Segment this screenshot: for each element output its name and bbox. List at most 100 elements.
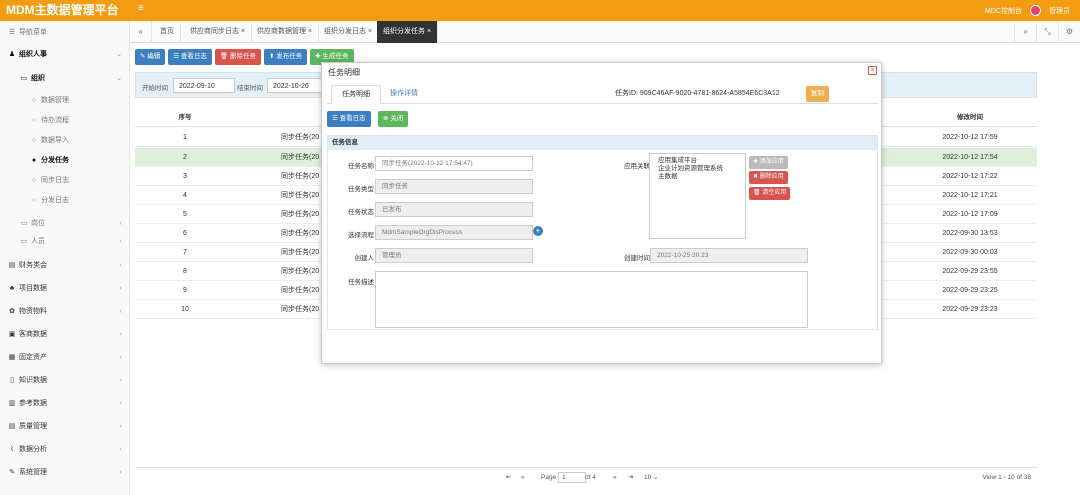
created-field: 2022-10-25 20:23 — [650, 248, 808, 263]
sidebar-item-org[interactable]: ▭ 组织 ⌄ — [0, 71, 130, 87]
avatar[interactable] — [1030, 5, 1041, 16]
modal-view-log-button[interactable]: ☰ 查看日志 — [327, 111, 371, 127]
tab-home[interactable]: 首页 — [154, 21, 181, 43]
edit-button[interactable]: ✎ 编辑 — [135, 49, 166, 65]
cell-no: 2 — [183, 154, 187, 161]
desc-textarea[interactable] — [375, 271, 808, 328]
menu-toggle-icon[interactable]: ≡ — [138, 3, 144, 14]
col-modified: 修改时间 — [957, 114, 983, 121]
release-task-button[interactable]: ⬆ 发布任务 — [263, 49, 308, 65]
material-icon: ✿ — [9, 308, 15, 315]
sidebar-item-quality[interactable]: ▤ 质量管理 ‹ — [0, 419, 130, 435]
sidebar-item-dispatch-task[interactable]: ● 分发任务 — [0, 153, 130, 169]
sidebar-item-sync-log[interactable]: ○ 同步日志 — [0, 173, 130, 189]
copy-button[interactable]: 复制 — [806, 86, 829, 102]
process-label: 选择流程 — [348, 232, 374, 239]
add-process-icon[interactable]: + — [533, 226, 543, 236]
customer-icon: ▣ — [8, 331, 16, 338]
sidebar-item-org-hr[interactable]: ♟ 组织人事 ⌄ — [0, 47, 130, 63]
list-item[interactable]: 主数据 — [658, 173, 737, 181]
clear-app-button[interactable]: 🗑 清空应用 — [749, 187, 791, 200]
app-title: MDM主数据管理平台 — [6, 3, 119, 17]
apps-list[interactable]: 应用集成平台 企业计划资源管理系统 主数据 — [649, 153, 746, 239]
tab-task-detail[interactable]: 任务明细 — [331, 85, 381, 104]
cell-modified: 2022-09-29 23:55 — [942, 268, 998, 275]
sidebar-item-finance[interactable]: ▤ 财务类会 ‹ — [0, 258, 130, 274]
cell-modified: 2022-10-12 17:09 — [942, 211, 998, 218]
tab-scroll-right-icon[interactable]: » — [1014, 21, 1036, 43]
gear-icon[interactable]: ⚙ — [1058, 21, 1080, 43]
cell-no: 6 — [183, 230, 187, 237]
col-no: 序号 — [178, 114, 192, 121]
section-title: 任务信息 — [328, 136, 877, 150]
user-name[interactable]: 管理员 — [1049, 6, 1070, 16]
chevron-left-icon: ‹ — [119, 400, 122, 407]
last-page-icon[interactable]: ⇥ — [628, 472, 633, 484]
top-bar: MDM主数据管理平台 ≡ MDC控制台 管理员 — [0, 0, 1080, 21]
chevron-left-icon: ‹ — [119, 220, 122, 227]
cell-modified: 2022-09-29 23:25 — [942, 287, 998, 294]
finance-icon: ▤ — [8, 262, 16, 269]
circle-icon: ○ — [31, 197, 37, 204]
sidebar-item-data-manage[interactable]: ○ 数据管理 — [0, 93, 130, 109]
tab-org-dispatch-task[interactable]: 组织分发任务 × — [377, 21, 439, 43]
prev-page-icon[interactable]: « — [521, 472, 525, 484]
list-icon: ▤ — [8, 423, 16, 430]
sidebar-item-knowledge[interactable]: ▯ 知识数据 ‹ — [0, 373, 130, 389]
page-size-select[interactable]: 10 ⌄ — [644, 472, 659, 484]
next-page-icon[interactable]: » — [613, 472, 617, 484]
end-time-input[interactable]: 2022-10-26 — [267, 78, 329, 93]
view-log-button[interactable]: ☰ 查看日志 — [168, 49, 212, 65]
end-time-label: 结束时间 — [237, 85, 263, 92]
page-label: Page — [541, 474, 557, 482]
circle-icon: ○ — [31, 117, 37, 124]
cell-name: 同步任务(20 — [281, 268, 320, 275]
sidebar-item-customer[interactable]: ▣ 客商数据 ‹ — [0, 327, 130, 343]
cell-name: 同步任务(20 — [281, 192, 320, 199]
cell-modified: 2022-09-29 23:23 — [942, 306, 998, 313]
sidebar-item-project[interactable]: ♣ 项目数据 ‹ — [0, 281, 130, 297]
task-name-input[interactable]: 同步任务(2022-10-12 17:54:47) — [375, 156, 533, 171]
chevron-left-icon: ‹ — [119, 238, 122, 245]
menu-icon: ☰ — [8, 29, 16, 36]
sidebar-item-analysis[interactable]: ⌇ 数据分析 ‹ — [0, 442, 130, 458]
delete-app-button[interactable]: ✖ 删除应用 — [749, 171, 788, 184]
cell-no: 8 — [183, 268, 187, 275]
sidebar-item-todo[interactable]: ○ 待办流程 — [0, 113, 130, 129]
cell-no: 7 — [183, 249, 187, 256]
console-link[interactable]: MDC控制台 — [985, 6, 1022, 16]
fullscreen-icon[interactable]: ⤡ — [1036, 21, 1058, 43]
modal-close-button[interactable]: ⊗ 关闭 — [378, 111, 409, 127]
sidebar-item-reference[interactable]: ▥ 参考数据 ‹ — [0, 396, 130, 412]
task-status-field: 已发布 — [375, 202, 533, 217]
modal-title: 任务明细 — [328, 68, 360, 77]
tab-scroll-left-icon[interactable]: « — [130, 21, 152, 43]
tab-operation-detail[interactable]: 操作详情 — [380, 85, 428, 104]
start-time-label: 开始时间 — [142, 85, 168, 92]
page-count: of 4 — [585, 474, 596, 481]
page-input[interactable]: 1 — [558, 472, 586, 483]
sidebar-item-staff[interactable]: ▭ 人员 ‹ — [0, 234, 130, 250]
tab-org-dispatch-log[interactable]: 组织分发日志 × — [318, 21, 380, 43]
sidebar-item-material[interactable]: ✿ 物资物料 ‹ — [0, 304, 130, 320]
task-type-field: 同步任务 — [375, 179, 533, 194]
sidebar-item-dispatch-log[interactable]: ○ 分发日志 — [0, 193, 130, 209]
cell-modified: 2022-10-12 17:21 — [942, 192, 998, 199]
start-time-input[interactable]: 2022-09-10 — [173, 78, 235, 93]
cell-modified: 2022-10-12 17:54 — [942, 154, 998, 161]
tab-supplier-sync-log[interactable]: 供应商同步日志 × — [184, 21, 253, 43]
pager: ⇤ « Page 1 of 4 » ⇥ 10 ⌄ View 1 - 10 of … — [135, 467, 1037, 487]
close-icon[interactable]: × — [868, 66, 877, 75]
tab-supplier-data[interactable]: 供应商数据管理 × — [251, 21, 320, 43]
first-page-icon[interactable]: ⇤ — [506, 472, 511, 484]
sidebar-item-import[interactable]: ○ 数据导入 — [0, 133, 130, 149]
list-item[interactable]: 企业计划资源管理系统 — [658, 165, 737, 173]
delete-task-button[interactable]: 🗑 删除任务 — [214, 49, 261, 65]
add-app-button[interactable]: ✚ 添加应用 — [749, 156, 788, 169]
list-item[interactable]: 应用集成平台 — [658, 157, 737, 165]
sidebar-item-asset[interactable]: ▦ 固定资产 ‹ — [0, 350, 130, 366]
cell-no: 10 — [181, 306, 189, 313]
sidebar-item-post[interactable]: ▭ 岗位 ‹ — [0, 216, 130, 232]
sidebar-item-system[interactable]: ✎ 系统管理 ‹ — [0, 465, 130, 481]
tab-bar: « 首页 供应商同步日志 × 供应商数据管理 × 组织分发日志 × 组织分发任务… — [130, 21, 1080, 43]
